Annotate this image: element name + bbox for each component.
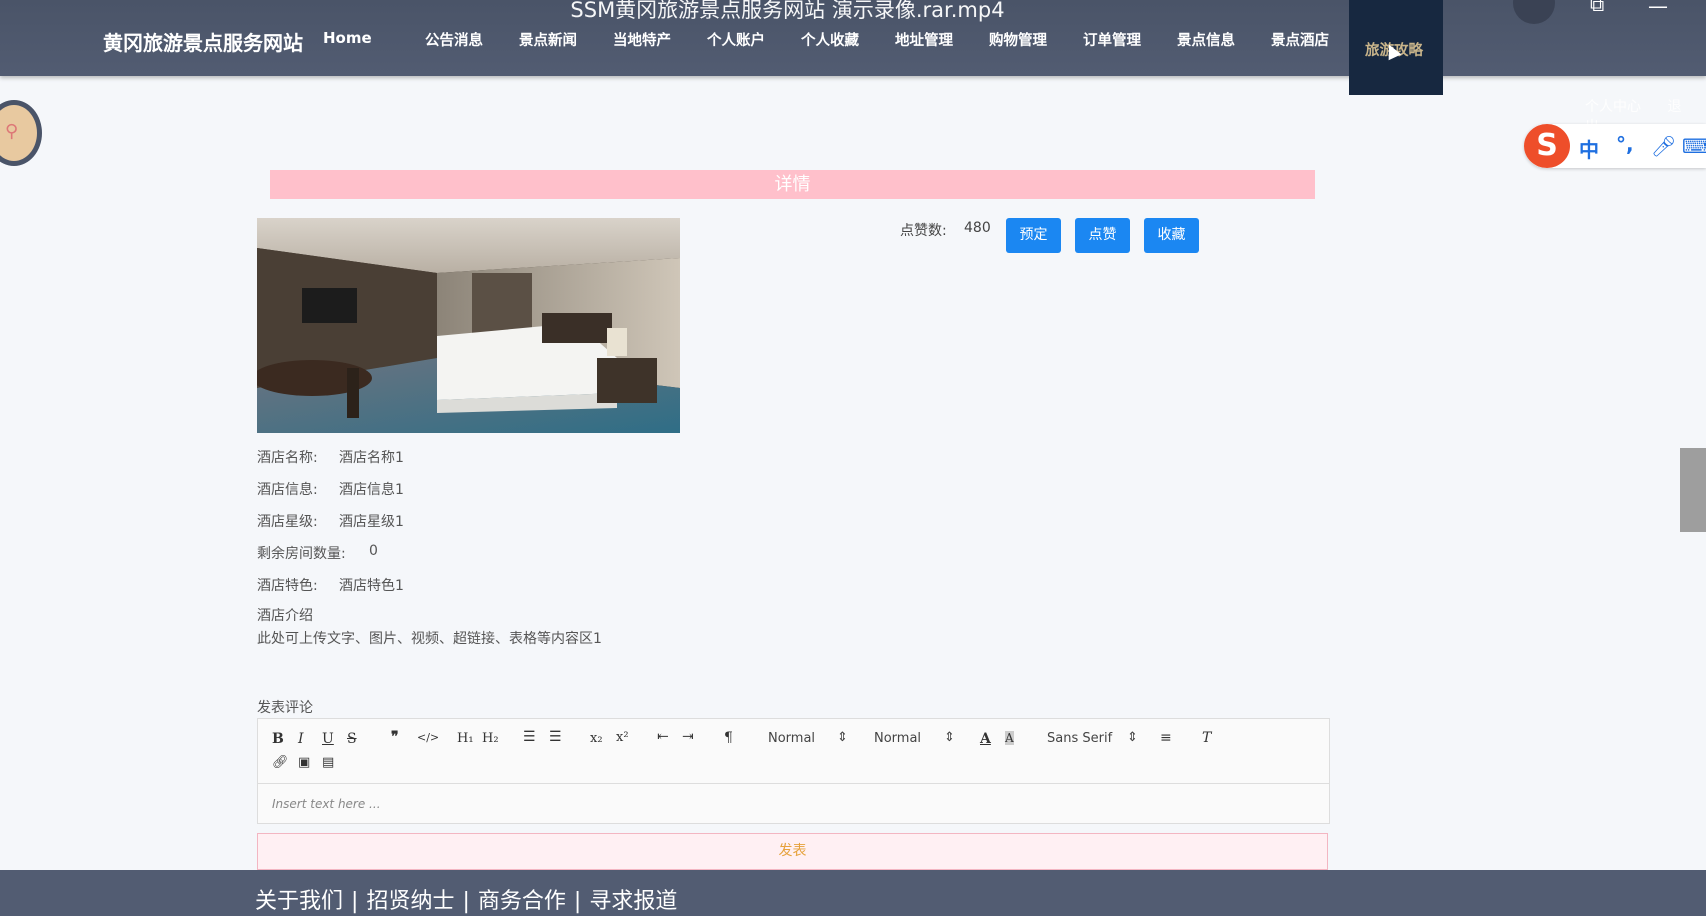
hotel-feature-value: 酒店特色1 — [339, 578, 404, 594]
submit-comment-button[interactable]: 发表 — [257, 833, 1328, 870]
nav-announcements[interactable]: 公告消息 — [425, 29, 483, 50]
nav-scenic-info[interactable]: 景点信息 — [1177, 29, 1235, 50]
background-color-icon[interactable]: A — [1005, 731, 1014, 745]
hotel-star-value: 酒店星级1 — [339, 514, 404, 530]
link-icon[interactable]: 🔗︎ — [272, 755, 289, 770]
header-select-arrow-icon[interactable]: ⇕ — [837, 730, 848, 745]
scrollbar-thumb[interactable] — [1680, 448, 1706, 532]
reserve-button[interactable]: 预定 — [1006, 218, 1061, 253]
font-select-arrow-icon[interactable]: ⇕ — [1127, 730, 1138, 745]
keyboard-icon[interactable]: ⌨ — [1682, 134, 1706, 158]
footer: 关于我们 | 招贤纳士 | 商务合作 | 寻求报道 — [0, 870, 1706, 916]
indent-icon[interactable]: ⇥ — [682, 729, 694, 745]
restore-window-icon[interactable]: ⧉ — [1590, 0, 1604, 16]
like-button[interactable]: 点赞 — [1075, 218, 1130, 253]
footer-press[interactable]: 寻求报道 — [589, 889, 677, 914]
size-select-arrow-icon[interactable]: ⇕ — [944, 730, 955, 745]
footer-links: 关于我们 | 招贤纳士 | 商务合作 | 寻求报道 — [255, 883, 677, 915]
video-icon[interactable]: ▤ — [322, 755, 334, 770]
hotel-room-image — [257, 218, 680, 433]
align-icon[interactable]: ≡ — [1160, 730, 1172, 746]
hotel-name-label: 酒店名称: — [257, 450, 318, 466]
hotel-name-row: 酒店名称: 酒店名称1 — [257, 447, 404, 467]
clear-format-icon[interactable]: T — [1202, 730, 1211, 746]
ordered-list-icon[interactable]: ☰ — [523, 729, 536, 745]
rooms-remaining-label: 剩余房间数量: — [257, 546, 346, 562]
likes-count: 480 — [964, 220, 991, 236]
subscript-icon[interactable]: x₂ — [590, 731, 603, 746]
footer-business-cooperation[interactable]: 商务合作 — [478, 889, 566, 914]
comment-input[interactable]: Insert text here ... — [272, 797, 381, 811]
ime-toolbar: S 中 °, 🎤︎ ⌨ — [1524, 124, 1706, 168]
footer-separator: | — [573, 889, 582, 914]
minimize-icon[interactable]: — — [1648, 0, 1668, 18]
bullet-list-icon[interactable]: ☰ — [549, 729, 562, 745]
nav-shopping-management[interactable]: 购物管理 — [989, 29, 1047, 50]
strikethrough-icon[interactable]: S — [347, 731, 357, 747]
hotel-feature-label: 酒店特色: — [257, 578, 318, 594]
underline-icon[interactable]: U — [322, 731, 334, 747]
hotel-star-row: 酒店星级: 酒店星级1 — [257, 511, 404, 531]
hotel-intro-label: 酒店介绍 — [257, 608, 313, 624]
microphone-icon[interactable]: 🎤︎ — [1651, 134, 1676, 158]
heading-1-icon[interactable]: H₁ — [457, 731, 474, 746]
footer-separator: | — [462, 889, 470, 914]
hotel-feature-row: 酒店特色: 酒店特色1 — [257, 575, 404, 595]
heading-2-icon[interactable]: H₂ — [482, 731, 499, 746]
hotel-info-label: 酒店信息: — [257, 482, 318, 498]
search-icon: ⚲ — [5, 121, 19, 142]
blockquote-icon[interactable]: ❞ — [391, 729, 399, 745]
nav-local-specialties[interactable]: 当地特产 — [613, 29, 671, 50]
nav-home[interactable]: Home — [323, 29, 372, 47]
code-block-icon[interactable]: </> — [417, 731, 439, 744]
image-icon[interactable]: ▣ — [298, 755, 310, 770]
outdent-icon[interactable]: ⇤ — [657, 729, 669, 745]
comment-section-label: 发表评论 — [257, 700, 313, 716]
editor-toolbar: B I U S ❞ </> H₁ H₂ ☰ ☰ x₂ x² ⇤ ⇥ ¶ Norm… — [258, 719, 1329, 784]
user-center-link[interactable]: 个人中心 — [1585, 99, 1641, 115]
hotel-intro-content: 此处可上传文字、图片、视频、超链接、表格等内容区1 — [257, 631, 602, 647]
comment-editor: B I U S ❞ </> H₁ H₂ ☰ ☰ x₂ x² ⇤ ⇥ ¶ Norm… — [257, 718, 1330, 824]
footer-separator: | — [351, 889, 359, 914]
ime-language-toggle[interactable]: 中 — [1579, 134, 1599, 163]
favorite-button[interactable]: 收藏 — [1144, 218, 1199, 253]
rooms-remaining-value: 0 — [369, 543, 378, 559]
superscript-icon[interactable]: x² — [616, 730, 629, 745]
likes-label: 点赞数: — [900, 223, 947, 239]
text-color-icon[interactable]: A — [980, 731, 991, 747]
text-direction-icon[interactable]: ¶ — [724, 730, 733, 746]
nav-address-management[interactable]: 地址管理 — [895, 29, 953, 50]
italic-icon[interactable]: I — [298, 731, 304, 747]
nav-personal-account[interactable]: 个人账户 — [707, 29, 765, 50]
size-select[interactable]: Normal — [874, 731, 921, 746]
site-name[interactable]: 黄冈旅游景点服务网站 — [103, 27, 303, 56]
hotel-info-value: 酒店信息1 — [339, 482, 404, 498]
floating-search-button[interactable]: ⚲ — [0, 100, 42, 166]
video-title: SSM黄冈旅游景点服务网站 演示录像.rar.mp4 — [570, 0, 1005, 22]
rooms-remaining-row: 剩余房间数量: 0 — [257, 543, 378, 563]
hotel-name-value: 酒店名称1 — [339, 450, 404, 466]
nav-scenic-news[interactable]: 景点新闻 — [519, 29, 577, 50]
nav-scenic-hotels[interactable]: 景点酒店 — [1271, 29, 1329, 50]
font-select[interactable]: Sans Serif — [1047, 731, 1112, 746]
top-nav-bar: SSM黄冈旅游景点服务网站 演示录像.rar.mp4 黄冈旅游景点服务网站 Ho… — [0, 0, 1706, 76]
footer-recruitment[interactable]: 招贤纳士 — [366, 889, 454, 914]
hotel-star-label: 酒店星级: — [257, 514, 318, 530]
nav-personal-favorites[interactable]: 个人收藏 — [801, 29, 859, 50]
hotel-info-row: 酒店信息: 酒店信息1 — [257, 479, 404, 499]
ime-punctuation-toggle[interactable]: °, — [1616, 132, 1634, 156]
bold-icon[interactable]: B — [272, 731, 284, 747]
footer-about-us[interactable]: 关于我们 — [255, 889, 343, 914]
sogou-logo-icon[interactable]: S — [1524, 124, 1570, 168]
header-select[interactable]: Normal — [768, 731, 815, 746]
nav-order-management[interactable]: 订单管理 — [1083, 29, 1141, 50]
detail-title-bar: 详情 — [270, 170, 1315, 199]
